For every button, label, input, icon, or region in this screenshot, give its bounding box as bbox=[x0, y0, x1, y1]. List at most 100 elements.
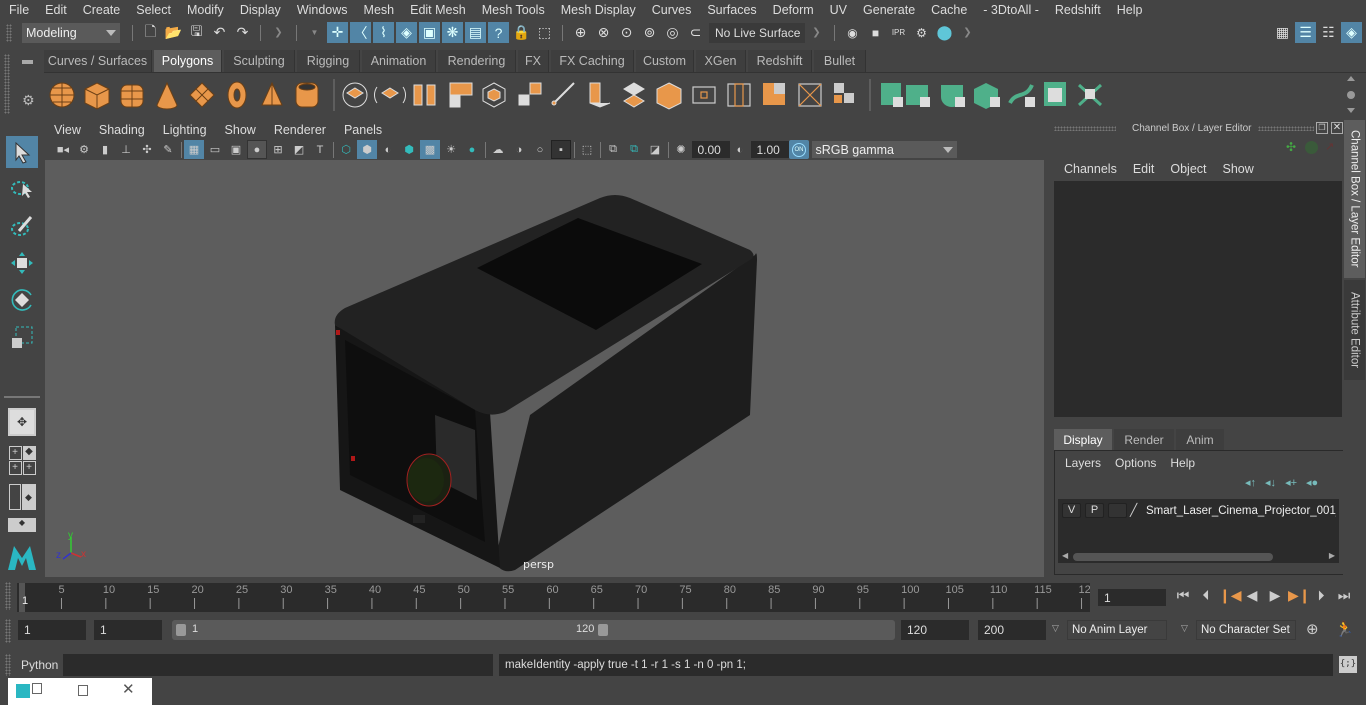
shelf-tab-rigging[interactable]: Rigging bbox=[297, 50, 360, 72]
select-by-curve-icon[interactable]: ⌇ bbox=[373, 22, 394, 43]
speed-icon[interactable] bbox=[1305, 141, 1318, 154]
layer-color-swatch[interactable]: ╱ bbox=[1130, 503, 1146, 518]
viewport-menu-show[interactable]: Show bbox=[216, 123, 265, 137]
timeline-drag-handle[interactable] bbox=[5, 582, 11, 610]
shelf-tab-fx[interactable]: FX bbox=[518, 50, 549, 72]
use-all-lights-icon[interactable]: ☀ bbox=[441, 140, 461, 159]
bevel-icon[interactable] bbox=[623, 82, 645, 108]
shelf-settings-icon[interactable]: ⚙ bbox=[22, 92, 35, 109]
xray-joints-icon[interactable]: ⧉ bbox=[624, 140, 644, 159]
snap-to-point-icon[interactable]: ⊙ bbox=[616, 22, 637, 43]
current-frame-field[interactable]: 1 bbox=[1098, 589, 1166, 606]
resolution-gate-icon[interactable]: ▣ bbox=[226, 140, 246, 159]
go-to-start-icon[interactable]: ⏮ bbox=[1173, 587, 1193, 604]
channel-box-menu-object[interactable]: Object bbox=[1162, 162, 1214, 176]
gate-mask-icon[interactable]: ● bbox=[247, 140, 267, 159]
layer-editor-menu-layers[interactable]: Layers bbox=[1058, 456, 1108, 470]
select-by-dynamics-icon[interactable]: ❋ bbox=[442, 22, 463, 43]
shelf-tab-fx-caching[interactable]: FX Caching bbox=[551, 50, 634, 72]
menu-select[interactable]: Select bbox=[128, 3, 179, 17]
open-scene-icon[interactable]: 📂 bbox=[163, 22, 184, 43]
uv-editor-icon[interactable] bbox=[1044, 82, 1066, 106]
shadows-icon[interactable]: ● bbox=[462, 140, 482, 159]
side-tab-channel-box[interactable]: Channel Box / Layer Editor bbox=[1344, 120, 1365, 278]
single-perspective-layout[interactable]: ✥ bbox=[6, 406, 38, 438]
layer-name[interactable]: Smart_Laser_Cinema_Projector_001_la bbox=[1146, 505, 1336, 517]
menu-uv[interactable]: UV bbox=[822, 3, 855, 17]
scale-tool[interactable] bbox=[6, 321, 38, 353]
close-window-icon[interactable]: ✕ bbox=[122, 680, 135, 698]
scroll-left-icon[interactable]: ◀ bbox=[1062, 551, 1068, 560]
lasso-tool[interactable] bbox=[6, 173, 38, 205]
poly-pipe-icon[interactable] bbox=[295, 82, 319, 108]
viewport-menu-shading[interactable]: Shading bbox=[90, 123, 154, 137]
color-space-dropdown[interactable]: sRGB gamma bbox=[811, 141, 957, 158]
move-layer-up-icon[interactable]: ◂↑ bbox=[1245, 476, 1256, 489]
merge-icon[interactable] bbox=[798, 83, 822, 107]
channel-box-menu-channels[interactable]: Channels bbox=[1056, 162, 1125, 176]
menu-mesh[interactable]: Mesh bbox=[356, 3, 403, 17]
make-live-icon[interactable]: ⊂ bbox=[685, 22, 706, 43]
safe-title-icon[interactable]: T bbox=[310, 140, 330, 159]
viewport-menu-lighting[interactable]: Lighting bbox=[154, 123, 216, 137]
anim-layer-dropdown[interactable]: No Anim Layer bbox=[1067, 620, 1167, 640]
collapse-arrow-icon[interactable]: ❯ bbox=[957, 22, 978, 43]
auto-key-icon[interactable]: ⊕ bbox=[1306, 620, 1319, 638]
modeling-toolkit-icon[interactable]: ▦ bbox=[1272, 22, 1293, 43]
play-backwards-icon[interactable]: ◀ bbox=[1242, 587, 1262, 604]
exposure-field[interactable]: 0.00 bbox=[691, 141, 730, 158]
snap-to-projected-center-icon[interactable]: ⊚ bbox=[639, 22, 660, 43]
menu-edit-mesh[interactable]: Edit Mesh bbox=[402, 3, 474, 17]
multi-cut-icon[interactable] bbox=[551, 82, 575, 106]
channel-list[interactable] bbox=[1054, 181, 1342, 417]
play-forwards-icon[interactable]: ▶ bbox=[1265, 587, 1285, 604]
menu-windows[interactable]: Windows bbox=[289, 3, 356, 17]
select-by-misc-icon[interactable]: ? bbox=[488, 22, 509, 43]
safe-action-icon[interactable]: ◩ bbox=[289, 140, 309, 159]
menu-create[interactable]: Create bbox=[75, 3, 129, 17]
combine-uv-icon[interactable] bbox=[834, 83, 854, 103]
shelf-menu-icon[interactable] bbox=[22, 60, 33, 64]
shelf-tab-animation[interactable]: Animation bbox=[362, 50, 436, 72]
separate-icon[interactable] bbox=[373, 86, 407, 104]
move-tool[interactable] bbox=[6, 247, 38, 279]
select-by-deformer-icon[interactable]: ▣ bbox=[419, 22, 440, 43]
go-to-end-icon[interactable]: ⏭ bbox=[1334, 587, 1354, 604]
animation-preferences-icon[interactable]: 🏃 bbox=[1335, 620, 1354, 638]
select-by-joint-icon[interactable]: 〈 bbox=[350, 22, 371, 43]
layer-row[interactable]: V P ╱ Smart_Laser_Cinema_Projector_001_l… bbox=[1062, 502, 1338, 519]
selection-mask-dropdown-icon[interactable]: ▼ bbox=[304, 22, 325, 43]
range-start-handle[interactable] bbox=[176, 624, 186, 636]
layer-editor-menu-options[interactable]: Options bbox=[1108, 456, 1163, 470]
float-panel-icon[interactable]: ❐ bbox=[1316, 122, 1328, 134]
shelf-drag-handle[interactable] bbox=[4, 54, 10, 114]
menu-file[interactable]: File bbox=[0, 3, 37, 17]
viewport-menu-panels[interactable]: Panels bbox=[335, 123, 391, 137]
menu-cache[interactable]: Cache bbox=[923, 3, 975, 17]
snap-to-view-plane-icon[interactable]: ◎ bbox=[662, 22, 683, 43]
cmd-drag-handle[interactable] bbox=[5, 654, 11, 676]
default-material-icon[interactable]: ◐ bbox=[378, 140, 398, 159]
step-forward-key-icon[interactable]: ▶❙ bbox=[1288, 587, 1311, 604]
live-surface-field[interactable]: No Live Surface bbox=[709, 22, 805, 43]
textured-icon[interactable]: ▩ bbox=[420, 140, 440, 159]
shelf-tab-xgen[interactable]: XGen bbox=[696, 50, 746, 72]
menu-mesh-display[interactable]: Mesh Display bbox=[553, 3, 644, 17]
poly-prism-icon[interactable] bbox=[261, 81, 283, 106]
step-back-frame-icon[interactable]: ⏴ bbox=[1196, 587, 1216, 604]
render-settings-icon[interactable]: ⚙ bbox=[911, 22, 932, 43]
hyper-icon[interactable]: ↗ bbox=[1325, 140, 1334, 153]
menu-redshift[interactable]: Redshift bbox=[1047, 3, 1109, 17]
layer-editor-menu-help[interactable]: Help bbox=[1163, 456, 1202, 470]
select-by-rendering-icon[interactable]: ▤ bbox=[465, 22, 486, 43]
depth-of-field-icon[interactable]: ▪ bbox=[551, 140, 571, 159]
smooth-icon[interactable] bbox=[449, 82, 473, 108]
projector-model[interactable] bbox=[334, 195, 757, 572]
time-slider[interactable]: 1 5 10 15 20 25 30 35 40 45 50 55 60 65 70 75 80 85 90 95 1… bbox=[0, 580, 1366, 614]
layer-tab-render[interactable]: Render bbox=[1114, 429, 1174, 450]
cylindrical-uv-icon[interactable] bbox=[906, 85, 930, 107]
paint-select-tool[interactable] bbox=[6, 210, 38, 242]
shelf-tab-custom[interactable]: Custom bbox=[636, 50, 694, 72]
menu-3dtoall[interactable]: - 3DtoAll - bbox=[975, 3, 1047, 17]
menu-modify[interactable]: Modify bbox=[179, 3, 232, 17]
